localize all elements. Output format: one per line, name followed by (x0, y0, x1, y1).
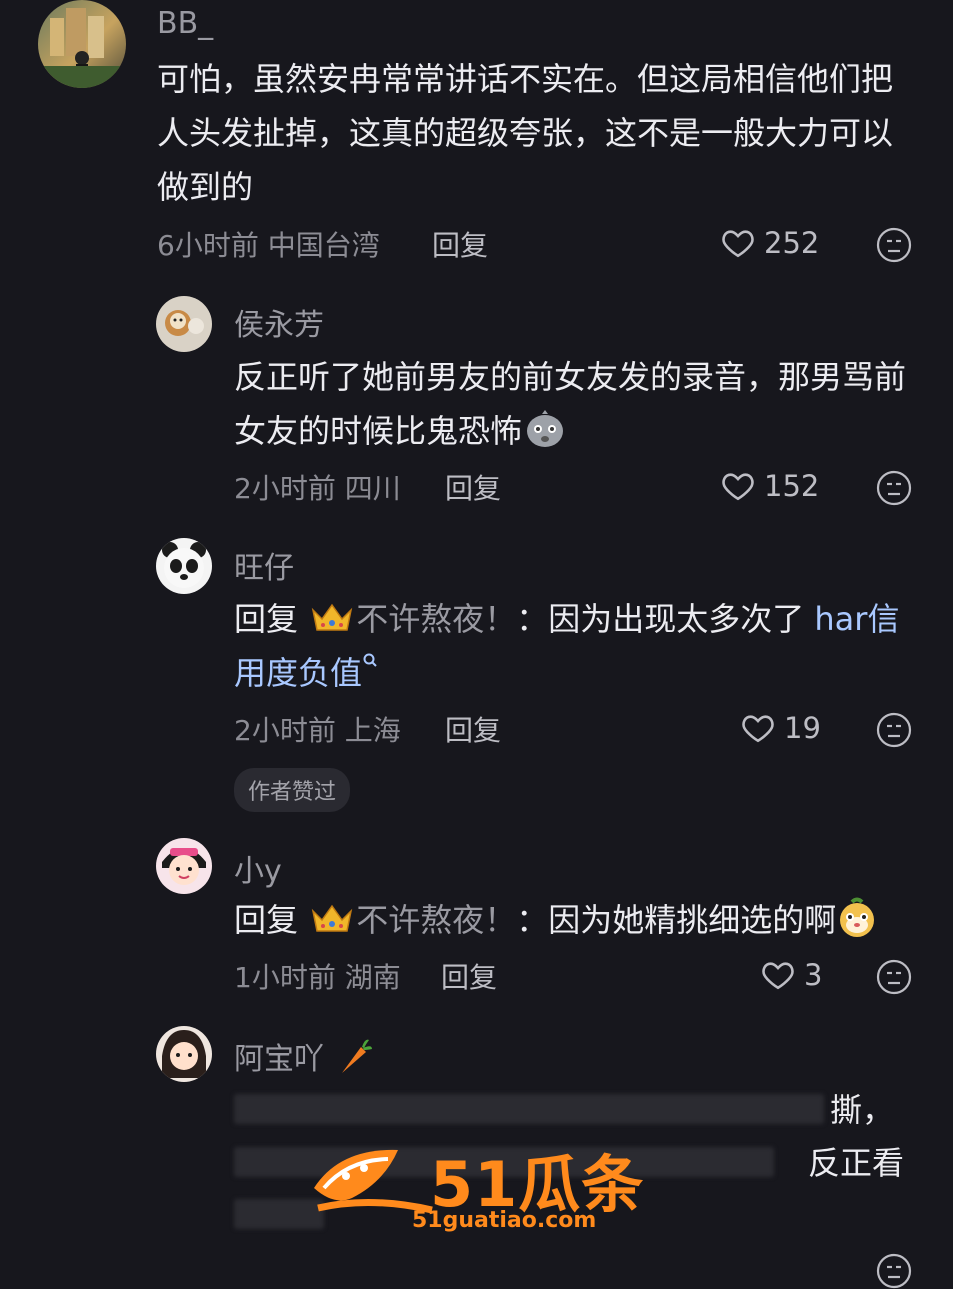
comment-text-fragment: 反正看 (808, 1144, 905, 1182)
comment-meta: 2小时前 四川 (234, 467, 401, 507)
like-button[interactable]: 152 (720, 469, 819, 503)
comment-meta: 6小时前 中国台湾 (157, 224, 380, 264)
watermark-url: 51guatiao.com (412, 1208, 597, 1233)
dislike-face-icon[interactable] (876, 712, 912, 748)
comment-time: 2小时前 (234, 472, 336, 505)
heart-icon (722, 230, 754, 258)
heart-icon (742, 715, 774, 743)
avatar[interactable] (156, 296, 212, 352)
like-button[interactable]: 3 (760, 958, 822, 992)
comment-location: 上海 (344, 714, 401, 747)
carrot-icon (341, 1039, 372, 1073)
like-count: 3 (804, 958, 823, 992)
commenter-name[interactable]: 阿宝吖 (234, 1034, 374, 1078)
commenter-name[interactable]: BB_ (157, 6, 213, 41)
dislike-face-icon[interactable] (876, 470, 912, 506)
commenter-name[interactable]: 侯永芳 (234, 300, 324, 344)
cute-animal-emoji-icon (840, 897, 875, 937)
avatar[interactable] (156, 838, 212, 894)
search-icon (363, 653, 377, 667)
comment-location: 湖南 (344, 961, 401, 994)
reply-button[interactable]: 回复 (445, 467, 501, 507)
reply-button[interactable]: 回复 (432, 224, 488, 264)
comment-location: 四川 (344, 472, 401, 505)
cartoon-avatar-icon (162, 1030, 206, 1078)
comment-text-content: 反正听了她前男友的前女友发的录音，那男骂前女友的时候比鬼恐怖 (234, 358, 907, 450)
author-liked-badge: 作者赞过 (234, 768, 351, 812)
site-watermark: 51瓜条 51guatiao.com (310, 1138, 655, 1238)
comment-time: 1小时前 (234, 961, 336, 994)
commenter-name-text: 阿宝吖 (234, 1042, 324, 1077)
crown-icon (311, 904, 353, 932)
reply-button[interactable]: 回复 (441, 956, 497, 996)
like-button[interactable]: 19 (740, 711, 821, 745)
ghost-face-emoji-icon (527, 410, 564, 447)
reply-prefix: 回复 (234, 600, 299, 638)
reply-to-user[interactable]: 不许熬夜！ (356, 901, 516, 939)
comment-text-content: ：因为出现太多次了 (516, 600, 805, 638)
like-button[interactable]: 252 (720, 226, 819, 260)
heart-icon (762, 962, 794, 990)
like-count: 252 (764, 226, 820, 260)
dislike-face-icon[interactable] (876, 227, 912, 263)
reply-button[interactable]: 回复 (445, 709, 501, 749)
dislike-face-icon[interactable] (876, 1253, 912, 1289)
like-count: 19 (784, 711, 821, 745)
comment-text-fragment: 撕， (830, 1091, 895, 1129)
comment-text: 反正听了她前男友的前女友发的录音，那男骂前女友的时候比鬼恐怖 (234, 350, 914, 458)
blurred-text (234, 1094, 824, 1124)
comment-text-content: ：因为她精挑细选的啊 (516, 901, 837, 939)
comment-time: 2小时前 (234, 714, 336, 747)
comment-meta: 2小时前 上海 (234, 709, 401, 749)
comment-text: 回复 不许熬夜！：因为出现太多次了 har信用度负值 (234, 592, 914, 700)
cartoon-girl-icon (162, 848, 206, 885)
commenter-name[interactable]: 旺仔 (234, 543, 294, 587)
commenter-name[interactable]: 小y (234, 846, 282, 890)
like-count: 152 (764, 469, 820, 503)
heart-icon (722, 473, 754, 501)
reply-to-user[interactable]: 不许熬夜！ (356, 600, 516, 638)
avatar[interactable] (156, 538, 212, 594)
comment-location: 中国台湾 (267, 229, 380, 262)
reply-prefix: 回复 (234, 901, 299, 939)
comment-meta: 1小时前 湖南 (234, 956, 401, 996)
avatar[interactable] (156, 1026, 212, 1082)
comment-time: 6小时前 (157, 229, 259, 262)
panda-icon (162, 542, 206, 588)
comment-text: 回复 不许熬夜！：因为她精挑细选的啊 (234, 893, 914, 947)
comment-text: 可怕，虽然安冉常常讲话不实在。但这局相信他们把人头发扯掉，这真的超级夸张，这不是… (157, 60, 894, 206)
castle-photo-icon (38, 8, 126, 88)
puppy-photo-icon (165, 310, 204, 336)
avatar[interactable] (38, 0, 126, 88)
crown-icon (311, 603, 353, 631)
dislike-face-icon[interactable] (876, 959, 912, 995)
